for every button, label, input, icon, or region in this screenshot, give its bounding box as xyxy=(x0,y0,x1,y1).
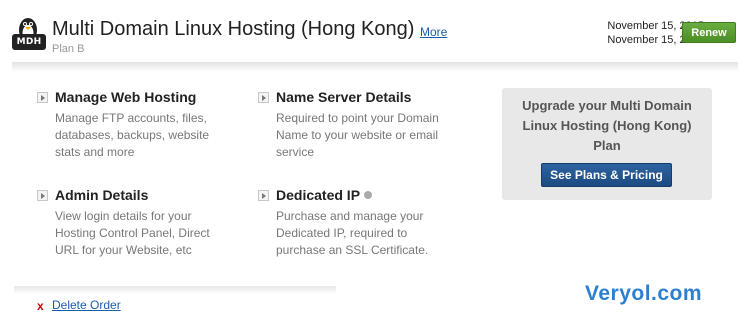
header-divider xyxy=(12,62,738,72)
renew-button[interactable]: Renew xyxy=(682,22,736,43)
arrow-right-icon xyxy=(37,190,48,201)
feature-description: Required to point your Domain Name to yo… xyxy=(276,111,439,159)
delete-icon: x xyxy=(37,299,44,313)
feature-description: Manage FTP accounts, files, databases, b… xyxy=(55,111,210,159)
upgrade-text: Upgrade your Multi Domain Linux Hosting … xyxy=(522,98,692,153)
feature-title-wrapper[interactable]: Dedicated IP xyxy=(276,187,373,203)
feature-title[interactable]: Manage Web Hosting xyxy=(55,89,196,105)
status-dot-icon xyxy=(364,191,373,199)
footer-divider xyxy=(14,286,336,294)
feature-description: Purchase and manage your Dedicated IP, r… xyxy=(276,209,429,257)
delete-order-link[interactable]: Delete Order xyxy=(52,298,121,312)
feature-description: View login details for your Hosting Cont… xyxy=(55,209,210,257)
product-badge: MDH xyxy=(12,34,46,50)
feature-title[interactable]: Admin Details xyxy=(55,187,148,203)
feature-title[interactable]: Dedicated IP xyxy=(276,187,360,203)
plan-name: Plan B xyxy=(52,43,85,55)
arrow-right-icon xyxy=(258,92,269,103)
order-header: MDH Multi Domain Linux Hosting (Hong Kon… xyxy=(0,0,744,72)
see-plans-pricing-button[interactable]: See Plans & Pricing xyxy=(541,163,672,187)
more-link[interactable]: More xyxy=(420,25,447,39)
upgrade-panel: Upgrade your Multi Domain Linux Hosting … xyxy=(502,88,712,200)
arrow-right-icon xyxy=(258,190,269,201)
feature-title[interactable]: Name Server Details xyxy=(276,89,411,105)
product-title: Multi Domain Linux Hosting (Hong Kong) xyxy=(52,18,415,40)
watermark-text: Veryol.com xyxy=(585,282,703,305)
arrow-right-icon xyxy=(37,92,48,103)
